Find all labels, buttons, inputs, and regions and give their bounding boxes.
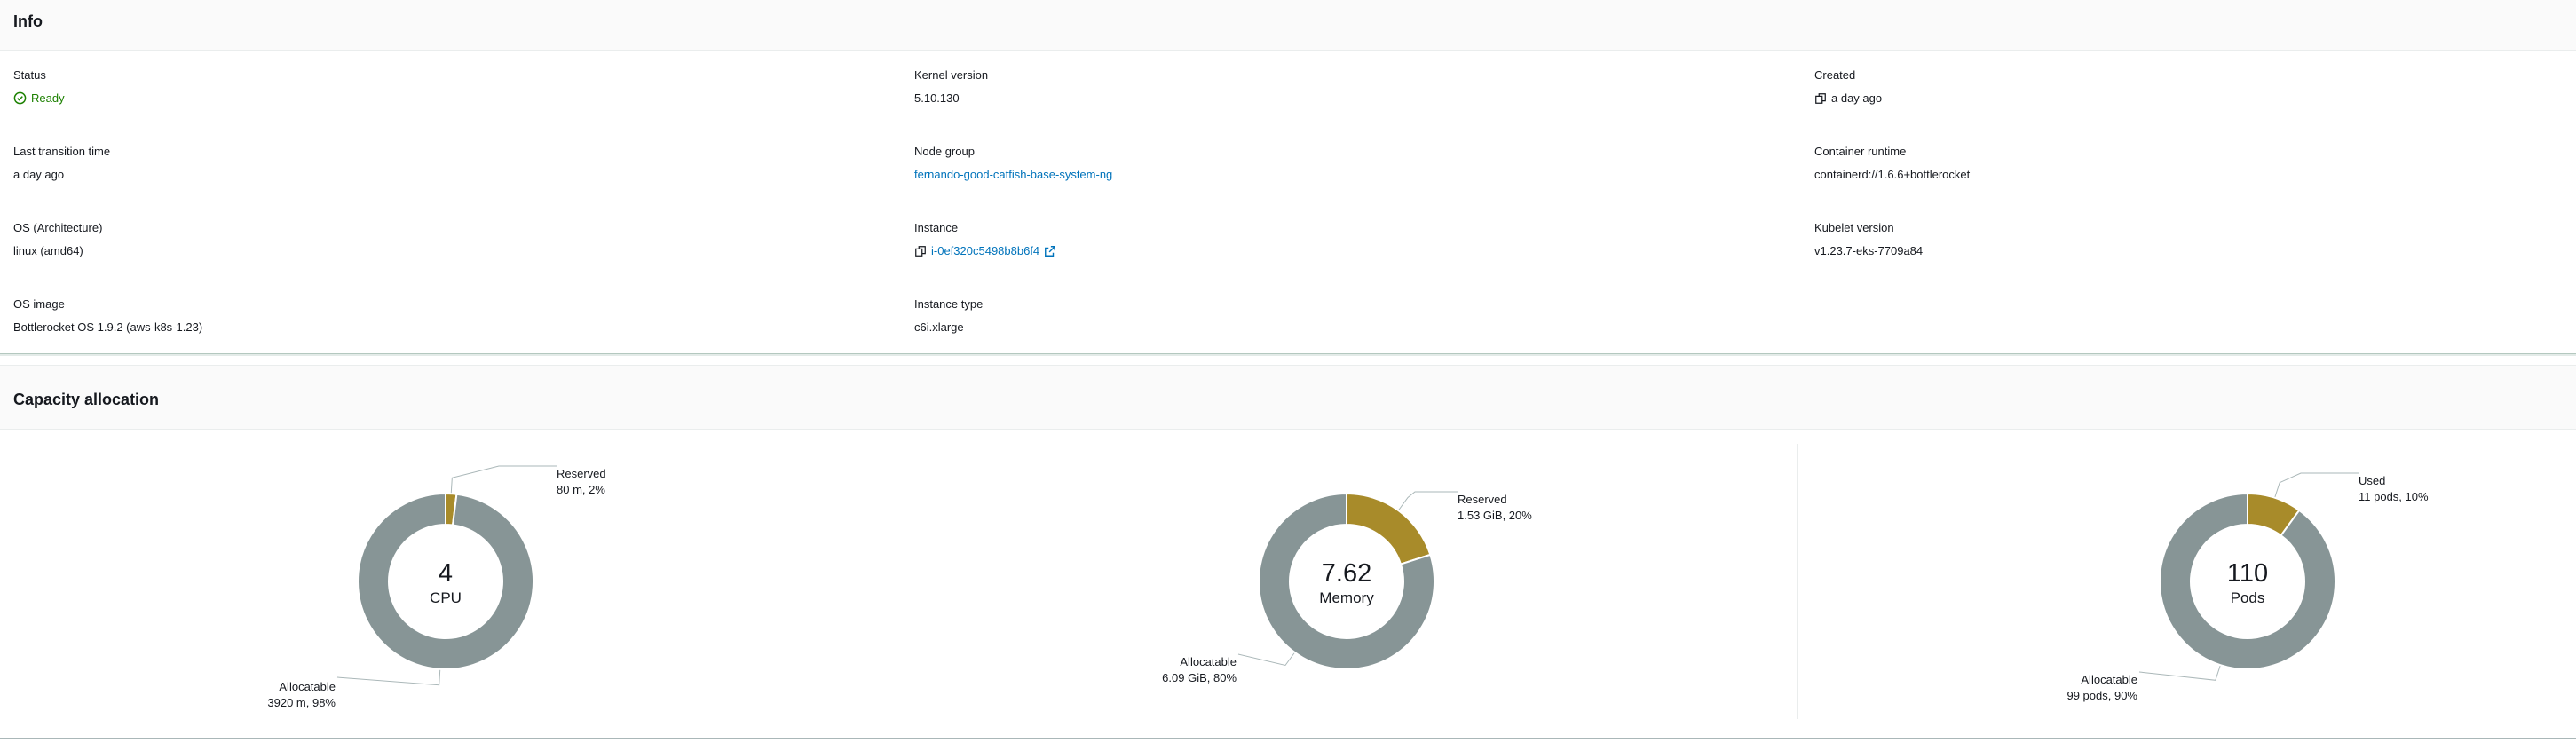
pods-allocatable-leader-line [2138,665,2221,681]
last-transition-field: Last transition time a day ago [13,145,110,181]
info-title: Info [13,12,43,30]
pods-unit: Pods [2230,589,2265,606]
pods-reserved-leader-line [2274,472,2359,498]
os-arch-label: OS (Architecture) [13,221,103,234]
container-runtime-field: Container runtime containerd://1.6.6+bot… [1814,145,1970,181]
created-value: a day ago [1814,91,1882,105]
cpu-reserved-title: Reserved [557,467,606,480]
pods-used-title: Used [2359,474,2386,487]
cpu-reserved-label: Reserved 80 m, 2% [557,466,606,498]
instance-value: i-0ef320c5498b8b6f4 [914,244,1056,257]
instance-type-label: Instance type [914,297,984,311]
kubelet-version-value: v1.23.7-eks-7709a84 [1814,244,1924,257]
memory-alloc-title: Allocatable [1180,655,1237,668]
column-divider [1797,444,1798,719]
memory-reserved-slice[interactable] [1346,492,1432,565]
created-text: a day ago [1831,91,1883,105]
pods-alloc-title: Allocatable [2081,673,2137,686]
container-runtime-label: Container runtime [1814,145,1907,158]
kubelet-version-field: Kubelet version v1.23.7-eks-7709a84 [1814,221,1923,257]
cpu-allocatable-leader-line [336,669,441,686]
cpu-total: 4 [438,559,454,588]
cpu-reserved-leader-line [450,465,557,494]
capacity-panel-header: Capacity allocation [0,365,2576,430]
kernel-version-value: 5.10.130 [914,91,960,105]
instance-type-field: Instance type c6i.xlarge [914,297,983,334]
memory-reserved-label: Reserved 1.53 GiB, 20% [1458,492,1532,524]
last-transition-label: Last transition time [13,145,111,158]
node-group-field: Node group fernando-good-catfish-base-sy… [914,145,1112,181]
memory-allocatable-label: Allocatable 6.09 GiB, 80% [1123,654,1237,686]
memory-reserved-detail: 1.53 GiB, 20% [1458,509,1532,522]
check-circle-icon [13,91,27,105]
created-label: Created [1814,68,1856,82]
cpu-alloc-title: Allocatable [279,680,336,693]
os-image-label: OS image [13,297,65,311]
cpu-alloc-detail: 3920 m, 98% [267,696,336,709]
cpu-reserved-detail: 80 m, 2% [557,483,605,496]
instance-field: Instance i-0ef320c5498b8b6f4 [914,221,1056,257]
memory-reserved-title: Reserved [1458,493,1507,506]
instance-label: Instance [914,221,959,234]
status-value: Ready [13,91,65,105]
status-label: Status [13,68,46,82]
pods-alloc-detail: 99 pods, 90% [2066,689,2137,702]
memory-total: 7.62 [1321,559,1372,588]
status-text: Ready [31,91,65,105]
kernel-version-label: Kernel version [914,68,989,82]
copy-icon[interactable] [1814,92,1827,105]
memory-unit: Memory [1319,589,1374,606]
os-arch-value: linux (amd64) [13,244,83,257]
panel-separator [0,353,2576,356]
container-runtime-value: containerd://1.6.6+bottlerocket [1814,168,1971,181]
kubelet-version-label: Kubelet version [1814,221,1894,234]
os-image-value: Bottlerocket OS 1.9.2 (aws-k8s-1.23) [13,320,203,334]
os-image-field: OS image Bottlerocket OS 1.9.2 (aws-k8s-… [13,297,202,334]
external-link-icon[interactable] [1044,245,1056,257]
status-field: Status Ready [13,68,65,105]
created-field: Created a day ago [1814,68,1882,105]
instance-link[interactable]: i-0ef320c5498b8b6f4 [931,244,1039,257]
instance-type-value: c6i.xlarge [914,320,964,334]
cpu-unit: CPU [430,589,462,606]
node-group-link[interactable]: fernando-good-catfish-base-system-ng [914,168,1112,181]
last-transition-value: a day ago [13,168,65,181]
copy-icon[interactable] [914,245,927,257]
cpu-allocatable-label: Allocatable 3920 m, 98% [222,679,336,711]
node-group-label: Node group [914,145,975,158]
panel-bottom-border [0,738,2576,739]
memory-reserved-leader-line [1398,491,1458,510]
capacity-title: Capacity allocation [13,391,160,408]
pods-used-label: Used 11 pods, 10% [2359,473,2429,505]
memory-allocatable-leader-line [1237,652,1295,667]
pods-total: 110 [2226,559,2269,588]
os-arch-field: OS (Architecture) linux (amd64) [13,221,102,257]
pods-allocatable-label: Allocatable 99 pods, 90% [2024,672,2137,704]
pods-used-detail: 11 pods, 10% [2359,490,2429,503]
info-panel-header: Info [0,0,2576,51]
kernel-version-field: Kernel version 5.10.130 [914,68,988,105]
memory-alloc-detail: 6.09 GiB, 80% [1162,671,1237,684]
